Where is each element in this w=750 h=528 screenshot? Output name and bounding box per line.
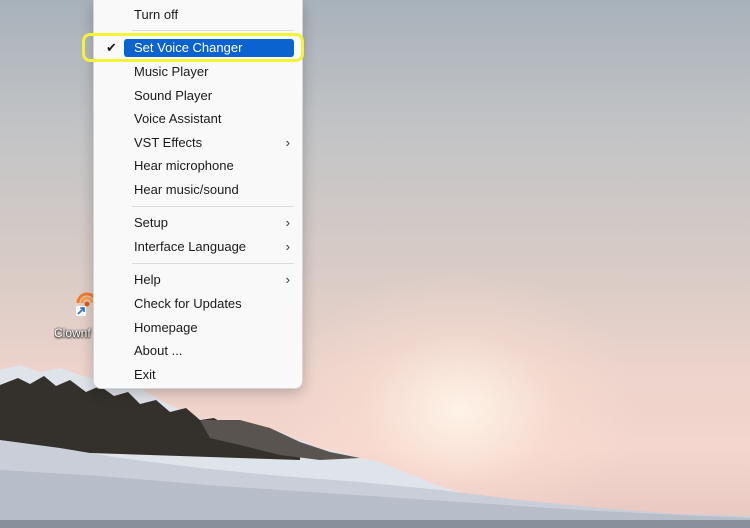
menu-item-music-player[interactable]: Music Player (94, 61, 302, 83)
desktop: Clownf Turn off ✔ Set Voice Changer Musi… (0, 0, 750, 528)
menu-item-label: Exit (134, 367, 156, 382)
menu-item-label: Music Player (134, 64, 209, 79)
menu-item-label: Homepage (134, 320, 198, 335)
menu-item-homepage[interactable]: Homepage (94, 317, 302, 339)
chevron-right-icon: › (285, 135, 290, 150)
menu-item-hear-microphone[interactable]: Hear microphone (94, 155, 302, 177)
chevron-right-icon: › (285, 272, 290, 287)
menu-item-sound-player[interactable]: Sound Player (94, 85, 302, 107)
menu-item-label: Check for Updates (134, 296, 242, 311)
menu-item-label: Help (134, 272, 161, 287)
menu-item-voice-assistant[interactable]: Voice Assistant (94, 108, 302, 130)
menu-item-exit[interactable]: Exit (94, 364, 302, 386)
menu-item-setup[interactable]: Setup › (94, 212, 302, 234)
menu-item-about[interactable]: About ... (94, 340, 302, 362)
menu-item-label: Voice Assistant (134, 111, 222, 126)
menu-item-interface-language[interactable]: Interface Language › (94, 236, 302, 258)
menu-item-label: Setup (134, 215, 168, 230)
menu-item-label: Turn off (134, 7, 179, 22)
menu-item-label: Hear microphone (134, 158, 234, 173)
menu-separator (132, 30, 294, 31)
chevron-right-icon: › (285, 215, 290, 230)
menu-item-label: Hear music/sound (134, 182, 239, 197)
menu-separator (132, 263, 294, 264)
menu-item-turn-off[interactable]: Turn off (94, 4, 302, 26)
highlight-callout (82, 33, 304, 62)
menu-item-help[interactable]: Help › (94, 269, 302, 291)
menu-item-label: VST Effects (134, 135, 203, 150)
menu-item-label: Interface Language (134, 239, 247, 254)
menu-item-label: Sound Player (134, 88, 213, 103)
menu-item-label: About ... (134, 343, 183, 358)
menu-separator (132, 206, 294, 207)
menu-item-check-for-updates[interactable]: Check for Updates (94, 293, 302, 315)
menu-item-hear-music-sound[interactable]: Hear music/sound (94, 179, 302, 201)
menu-item-vst-effects[interactable]: VST Effects › (94, 132, 302, 154)
chevron-right-icon: › (285, 239, 290, 254)
